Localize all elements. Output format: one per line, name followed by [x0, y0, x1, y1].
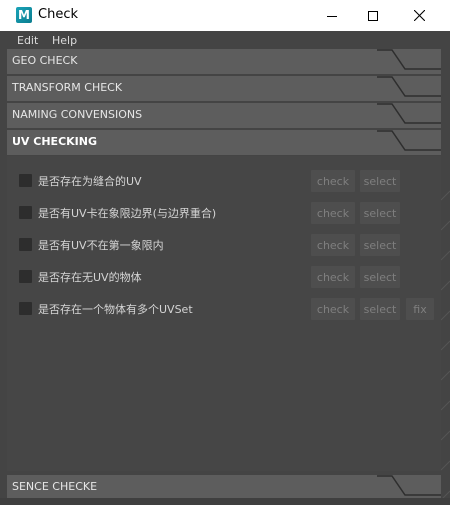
- uv-row-label: 是否有UV卡在象限边界(与边界重合): [38, 207, 217, 220]
- section-label-uv: UV CHECKING: [12, 135, 97, 148]
- minimize-button[interactable]: [309, 0, 355, 31]
- uv-row: 是否存在为缝合的UV check select: [7, 170, 441, 192]
- check-button[interactable]: check: [311, 266, 355, 288]
- uv-row: 是否存在一个物体有多个UVSet check select fix: [7, 298, 441, 320]
- check-window: M Check Edit Help GEO CHECK TRANSFORM CH…: [0, 0, 450, 505]
- section-label-geo: GEO CHECK: [12, 54, 78, 67]
- uv-row: 是否有UV卡在象限边界(与边界重合) check select: [7, 202, 441, 224]
- minimize-icon: [327, 15, 337, 17]
- close-button[interactable]: [396, 0, 442, 31]
- uv-row-label: 是否有UV不在第一象限内: [38, 239, 164, 252]
- section-label-naming: NAMING CONVENSIONS: [12, 108, 143, 121]
- frame-edge-decoration: [377, 49, 441, 70]
- select-button[interactable]: select: [360, 170, 400, 192]
- maximize-icon: [368, 10, 378, 21]
- resize-grip[interactable]: [441, 190, 450, 505]
- select-button[interactable]: select: [360, 298, 400, 320]
- check-button[interactable]: check: [311, 298, 355, 320]
- uv-row-checkbox[interactable]: [19, 206, 32, 219]
- uv-row-checkbox[interactable]: [19, 238, 32, 251]
- title-bar: M Check: [0, 0, 450, 32]
- check-button[interactable]: check: [311, 234, 355, 256]
- menu-edit[interactable]: Edit: [17, 34, 38, 47]
- section-label-transform: TRANSFORM CHECK: [12, 81, 123, 94]
- uv-checking-panel: 是否存在为缝合的UV check select 是否有UV卡在象限边界(与边界重…: [7, 156, 441, 471]
- uv-row: 是否存在无UV的物体 check select: [7, 266, 441, 288]
- select-button[interactable]: select: [360, 234, 400, 256]
- menu-bar: Edit Help: [0, 31, 450, 51]
- frame-edge-decoration: [377, 103, 441, 124]
- menu-help[interactable]: Help: [52, 34, 77, 47]
- uv-row-label: 是否存在无UV的物体: [38, 271, 142, 284]
- close-icon: [413, 10, 425, 21]
- uv-row-checkbox[interactable]: [19, 174, 32, 187]
- section-sence-check[interactable]: SENCE CHECKE: [7, 475, 441, 500]
- window-bottom-edge: [0, 498, 450, 505]
- maximize-button[interactable]: [350, 0, 396, 31]
- section-label-sence: SENCE CHECKE: [12, 480, 98, 493]
- section-geo-check[interactable]: GEO CHECK: [7, 49, 441, 74]
- uv-row: 是否有UV不在第一象限内 check select: [7, 234, 441, 256]
- select-button[interactable]: select: [360, 266, 400, 288]
- maya-app-icon: M: [16, 7, 32, 23]
- uv-row-checkbox[interactable]: [19, 270, 32, 283]
- frame-edge-decoration: [377, 475, 441, 496]
- select-button[interactable]: select: [360, 202, 400, 224]
- uv-row-label: 是否存在为缝合的UV: [38, 175, 142, 188]
- window-title: Check: [38, 7, 78, 22]
- frame-edge-decoration: [377, 130, 441, 151]
- section-transform-check[interactable]: TRANSFORM CHECK: [7, 76, 441, 101]
- frame-edge-decoration: [377, 76, 441, 97]
- uv-row-checkbox[interactable]: [19, 302, 32, 315]
- section-naming-conventions[interactable]: NAMING CONVENSIONS: [7, 103, 441, 128]
- check-button[interactable]: check: [311, 170, 355, 192]
- section-uv-checking[interactable]: UV CHECKING: [7, 130, 441, 155]
- uv-row-label: 是否存在一个物体有多个UVSet: [38, 303, 193, 316]
- fix-button[interactable]: fix: [406, 298, 434, 320]
- check-button[interactable]: check: [311, 202, 355, 224]
